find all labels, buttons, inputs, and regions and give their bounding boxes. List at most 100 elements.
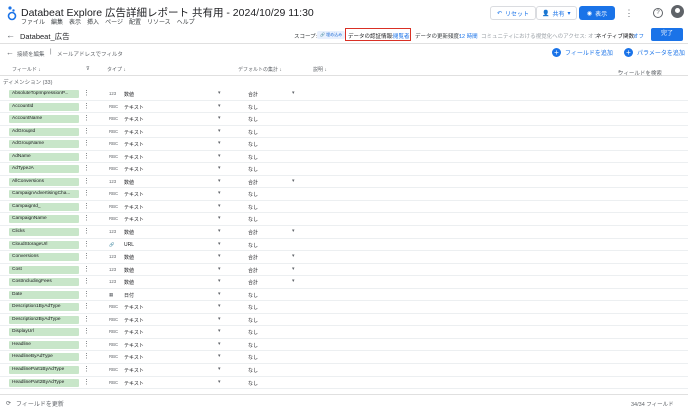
more-vert-icon[interactable]: ⋮ xyxy=(83,302,90,311)
field-name-pill[interactable]: AccountId xyxy=(9,102,79,111)
aggregation-value[interactable]: なし xyxy=(248,116,258,123)
aggregation-value[interactable]: なし xyxy=(248,317,258,324)
table-row[interactable]: CampaignName ⋮ RBC テキスト ▾ なし xyxy=(0,213,688,227)
menu-insert[interactable]: 挿入 xyxy=(87,17,99,26)
table-row[interactable]: AdTypeJA ⋮ RBC テキスト ▾ なし xyxy=(0,163,688,176)
table-row[interactable]: AdGroupName ⋮ RBC テキスト ▾ なし xyxy=(0,138,688,151)
aggregation-value[interactable]: なし xyxy=(248,354,258,361)
more-vert-icon[interactable]: ⋮ xyxy=(83,327,90,336)
type-label[interactable]: テキスト xyxy=(124,166,144,173)
type-label[interactable]: テキスト xyxy=(124,191,144,198)
field-name-pill[interactable]: HeadlinePart2ByAdType xyxy=(9,378,79,387)
field-name-pill[interactable]: HeadlinePart1ByAdType xyxy=(9,366,79,375)
refresh-fields-button[interactable]: ⟳ フィールドを更新 xyxy=(6,399,64,408)
field-name-pill[interactable]: Cost xyxy=(9,265,79,274)
aggregation-value[interactable]: なし xyxy=(248,242,258,249)
type-label[interactable]: テキスト xyxy=(124,129,144,136)
field-name-pill[interactable]: AdGroupId xyxy=(9,127,79,136)
more-vert-icon[interactable]: ⋮ xyxy=(83,152,90,161)
more-vert-icon[interactable]: ⋮ xyxy=(83,139,90,148)
more-vert-icon[interactable]: ⋮ xyxy=(83,290,90,299)
type-label[interactable]: 数値 xyxy=(124,254,134,261)
type-label[interactable]: テキスト xyxy=(124,367,144,374)
view-button[interactable]: ◉ 表示 xyxy=(579,6,615,20)
type-label[interactable]: テキスト xyxy=(124,216,144,223)
field-name-pill[interactable]: AccountName xyxy=(9,115,79,124)
table-row[interactable]: Description1ByAdType ⋮ RBC テキスト ▾ なし xyxy=(0,301,688,314)
more-vert-icon[interactable]: ⋮ xyxy=(83,177,90,186)
help-icon[interactable]: ? xyxy=(653,8,663,18)
more-vert-icon[interactable]: ⋮ xyxy=(83,214,90,223)
type-label[interactable]: 数値 xyxy=(124,229,134,236)
chevron-down-icon[interactable]: ▾ xyxy=(218,341,221,347)
type-label[interactable]: 数値 xyxy=(124,91,134,98)
table-row[interactable]: HeadlinePart2ByAdType ⋮ RBC テキスト ▾ なし xyxy=(0,377,688,390)
col-field[interactable]: フィールド ↓ xyxy=(12,66,41,73)
chevron-down-icon[interactable]: ▾ xyxy=(218,140,221,146)
menu-page[interactable]: ページ xyxy=(105,17,123,26)
aggregation-value[interactable]: 合計 xyxy=(248,279,258,286)
credentials-value[interactable]: 閲覧者 xyxy=(393,32,410,40)
field-name-pill[interactable]: AdTypeJA xyxy=(9,165,79,174)
more-vert-icon[interactable]: ⋮ xyxy=(83,114,90,123)
field-name-pill[interactable]: DisplayUrl xyxy=(9,328,79,337)
menu-help[interactable]: ヘルプ xyxy=(177,17,195,26)
aggregation-value[interactable]: なし xyxy=(248,104,258,111)
table-row[interactable]: CostIncludingFees ⋮ 123 数値 ▾ 合計 ▾ xyxy=(0,276,688,289)
freshness-value[interactable]: 12 時間 xyxy=(459,32,478,40)
field-name-pill[interactable]: CampaignAdvertisingCha... xyxy=(9,190,79,199)
table-row[interactable]: Conversions ⋮ 123 数値 ▾ 合計 ▾ xyxy=(0,251,688,264)
chevron-down-icon[interactable]: ▾ xyxy=(218,278,221,284)
field-name-pill[interactable]: AdGroupName xyxy=(9,140,79,149)
aggregation-value[interactable]: なし xyxy=(248,141,258,148)
chevron-down-icon[interactable]: ▾ xyxy=(292,266,295,272)
aggregation-value[interactable]: なし xyxy=(248,191,258,198)
col-type[interactable]: タイプ ↓ xyxy=(107,66,126,73)
chevron-down-icon[interactable]: ▾ xyxy=(292,178,295,184)
chevron-down-icon[interactable]: ▾ xyxy=(218,379,221,385)
more-vert-icon[interactable]: ⋮ xyxy=(83,378,90,387)
add-field-button[interactable]: + フィールドを追加 xyxy=(552,48,613,57)
chevron-down-icon[interactable]: ▾ xyxy=(218,115,221,121)
chevron-down-icon[interactable]: ▾ xyxy=(292,90,295,96)
chevron-down-icon[interactable]: ▾ xyxy=(218,366,221,372)
chevron-down-icon[interactable]: ▾ xyxy=(218,190,221,196)
field-name-pill[interactable]: AdName xyxy=(9,152,79,161)
filter-icon[interactable]: ⊽ xyxy=(86,66,90,72)
aggregation-value[interactable]: なし xyxy=(248,129,258,136)
chevron-down-icon[interactable]: ▾ xyxy=(218,303,221,309)
field-name-pill[interactable]: CampaignName xyxy=(9,215,79,224)
table-row[interactable]: AdName ⋮ RBC テキスト ▾ なし xyxy=(0,151,688,164)
type-label[interactable]: テキスト xyxy=(124,204,144,211)
type-label[interactable]: テキスト xyxy=(124,329,144,336)
more-vert-icon[interactable]: ⋮ xyxy=(83,189,90,198)
type-label[interactable]: テキスト xyxy=(124,342,144,349)
aggregation-value[interactable]: なし xyxy=(248,342,258,349)
more-vert-icon[interactable]: ⋮ xyxy=(83,89,90,98)
chevron-down-icon[interactable]: ▾ xyxy=(218,291,221,297)
aggregation-value[interactable]: 合計 xyxy=(248,229,258,236)
aggregation-value[interactable]: なし xyxy=(248,204,258,211)
table-row[interactable]: HeadlinePart1ByAdType ⋮ RBC テキスト ▾ なし xyxy=(0,364,688,377)
more-options-icon[interactable]: ⋮ xyxy=(624,6,634,20)
field-name-pill[interactable]: AbsoluteTopImpressionP... xyxy=(9,90,79,98)
aggregation-value[interactable]: 合計 xyxy=(248,91,258,98)
table-row[interactable]: CampaignId_ ⋮ RBC テキスト ▾ なし xyxy=(0,201,688,214)
col-description[interactable]: 説明 ↓ xyxy=(313,66,327,73)
table-row[interactable]: AccountName ⋮ RBC テキスト ▾ なし xyxy=(0,113,688,126)
datasource-name[interactable]: Databeat_広告 xyxy=(20,31,70,42)
aggregation-value[interactable]: なし xyxy=(248,166,258,173)
table-row[interactable]: CloudStorageUrl ⋮ 🔗 URL ▾ なし xyxy=(0,239,688,252)
field-name-pill[interactable]: CloudStorageUrl xyxy=(9,240,79,249)
chevron-down-icon[interactable]: ▾ xyxy=(218,165,221,171)
table-row[interactable]: HeadlineByAdType ⋮ RBC テキスト ▾ なし xyxy=(0,351,688,365)
type-label[interactable]: テキスト xyxy=(124,116,144,123)
back-arrow-icon[interactable]: ← xyxy=(6,48,14,57)
type-label[interactable]: テキスト xyxy=(124,354,144,361)
type-label[interactable]: 数値 xyxy=(124,179,134,186)
chevron-down-icon[interactable]: ▾ xyxy=(218,253,221,259)
more-vert-icon[interactable]: ⋮ xyxy=(83,102,90,111)
more-vert-icon[interactable]: ⋮ xyxy=(83,252,90,261)
aggregation-value[interactable]: なし xyxy=(248,367,258,374)
type-label[interactable]: 日付 xyxy=(124,292,134,299)
